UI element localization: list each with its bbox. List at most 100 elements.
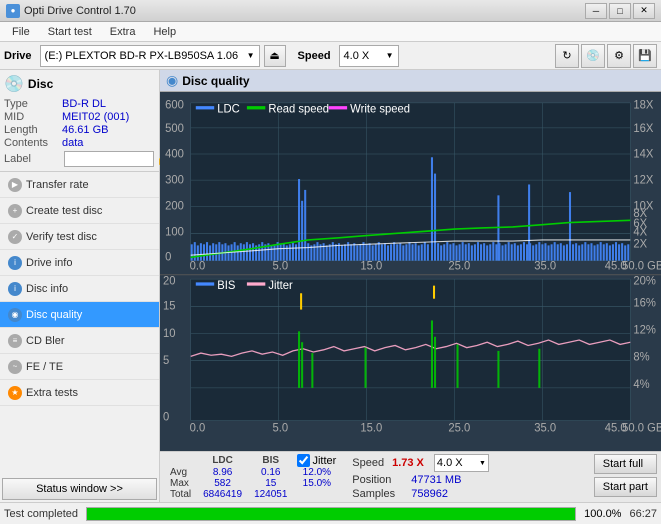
speed-dropdown-arrow: ▼ (479, 460, 486, 467)
sidebar-item-cd-bler[interactable]: ≡ CD Bler (0, 328, 159, 354)
svg-text:25.0: 25.0 (448, 421, 470, 434)
start-full-button[interactable]: Start full (594, 454, 657, 474)
jitter-checkbox[interactable] (297, 454, 310, 467)
svg-text:50.0 GB: 50.0 GB (622, 259, 661, 272)
speed-stat-label: Speed (352, 457, 384, 469)
svg-text:200: 200 (165, 199, 184, 212)
disc-contents-row: Contents data (4, 137, 155, 149)
stats-header-ldc: LDC (197, 454, 248, 467)
sidebar-label-transfer-rate: Transfer rate (26, 179, 89, 191)
progress-percent: 100.0% (584, 508, 621, 520)
speed-stat-select[interactable]: 4.0 X ▼ (434, 454, 489, 472)
toolbar-disc-button[interactable]: 💿 (581, 44, 605, 68)
disc-panel-title: Disc (28, 77, 53, 91)
status-window-button[interactable]: Status window >> (2, 478, 157, 500)
start-part-button[interactable]: Start part (594, 477, 657, 497)
disc-label-row: Label 🔓 (4, 151, 155, 167)
sidebar-item-drive-info[interactable]: i Drive info (0, 250, 159, 276)
progress-bar (87, 508, 575, 520)
disc-label-input[interactable] (64, 151, 154, 167)
sidebar-label-disc-info: Disc info (26, 283, 68, 295)
sidebar-item-fe-te[interactable]: ~ FE / TE (0, 354, 159, 380)
svg-text:8%: 8% (633, 350, 649, 363)
disc-label-label: Label (4, 153, 62, 165)
svg-text:400: 400 (165, 147, 184, 160)
menu-bar: File Start test Extra Help (0, 22, 661, 42)
stats-bis-avg: 0.16 (248, 467, 293, 478)
svg-text:12X: 12X (633, 173, 653, 186)
speed-stat-value: 1.73 X (392, 457, 424, 469)
toolbar-save-button[interactable]: 💾 (633, 44, 657, 68)
drive-info-icon: i (8, 256, 22, 270)
svg-text:20%: 20% (633, 274, 656, 287)
transfer-rate-icon: ▶ (8, 178, 22, 192)
main-layout: 💿 Disc Type BD-R DL MID MEIT02 (001) Len… (0, 70, 661, 502)
svg-text:16%: 16% (633, 296, 656, 309)
stats-ldc-total: 6846419 (197, 489, 248, 500)
disc-info-header: 💿 Disc (4, 74, 155, 94)
stats-ldc-avg: 8.96 (197, 467, 248, 478)
svg-text:Read speed: Read speed (268, 102, 329, 115)
title-bar: ● Opti Drive Control 1.70 ─ □ ✕ (0, 0, 661, 22)
menu-file[interactable]: File (4, 24, 38, 40)
sidebar-item-disc-quality[interactable]: ◉ Disc quality (0, 302, 159, 328)
svg-text:2X: 2X (633, 237, 647, 250)
verify-test-disc-icon: ✓ (8, 230, 22, 244)
disc-icon: 💿 (4, 74, 24, 94)
extra-tests-icon: ★ (8, 386, 22, 400)
speed-position-panel: Speed 1.73 X 4.0 X ▼ Position 47731 MB S… (352, 454, 489, 500)
stats-ldc-max: 582 (197, 478, 248, 489)
disc-quality-header: ◉ Disc quality (160, 70, 661, 92)
speed-dropdown-icon: ▼ (386, 51, 394, 60)
sidebar-item-extra-tests[interactable]: ★ Extra tests (0, 380, 159, 406)
stats-jitter-avg: 12.0% (293, 467, 340, 478)
speed-stat-select-value: 4.0 X (437, 457, 463, 469)
stats-jitter-max: 15.0% (293, 478, 340, 489)
stats-total-label: Total (164, 489, 197, 500)
stats-max-label: Max (164, 478, 197, 489)
speed-value: 4.0 X (344, 50, 370, 62)
sidebar-item-disc-info[interactable]: i Disc info (0, 276, 159, 302)
stats-bis-max: 15 (248, 478, 293, 489)
start-buttons: Start full Start part (594, 454, 657, 497)
sidebar-label-verify-test-disc: Verify test disc (26, 231, 97, 243)
stats-bar: LDC BIS Jitter Avg 8.96 0.16 12.0% (160, 451, 661, 502)
disc-length-row: Length 46.61 GB (4, 124, 155, 136)
title-bar-left: ● Opti Drive Control 1.70 (6, 4, 136, 18)
disc-contents-label: Contents (4, 137, 62, 149)
menu-help[interactable]: Help (145, 24, 184, 40)
close-button[interactable]: ✕ (633, 3, 655, 19)
toolbar-settings-button[interactable]: ⚙ (607, 44, 631, 68)
app-icon: ● (6, 4, 20, 18)
minimize-button[interactable]: ─ (585, 3, 607, 19)
svg-text:0: 0 (165, 250, 171, 263)
sidebar-item-transfer-rate[interactable]: ▶ Transfer rate (0, 172, 159, 198)
samples-label: Samples (352, 488, 407, 500)
menu-start-test[interactable]: Start test (40, 24, 100, 40)
charts-svg: LDC Read speed Write speed 600 500 400 3… (160, 92, 661, 451)
sidebar-nav: ▶ Transfer rate + Create test disc ✓ Ver… (0, 172, 159, 476)
svg-text:12%: 12% (633, 323, 656, 336)
svg-text:20: 20 (163, 274, 176, 287)
drive-eject-button[interactable]: ⏏ (264, 45, 286, 67)
app-title: Opti Drive Control 1.70 (24, 5, 136, 17)
svg-text:5.0: 5.0 (272, 259, 288, 272)
bottom-bar: Test completed 100.0% 66:27 (0, 502, 661, 524)
disc-type-value: BD-R DL (62, 98, 106, 110)
svg-text:0: 0 (163, 410, 169, 423)
svg-text:35.0: 35.0 (534, 259, 556, 272)
sidebar-item-create-test-disc[interactable]: + Create test disc (0, 198, 159, 224)
svg-text:100: 100 (165, 225, 184, 238)
speed-select[interactable]: 4.0 X ▼ (339, 45, 399, 67)
svg-text:25.0: 25.0 (448, 259, 470, 272)
sidebar-item-verify-test-disc[interactable]: ✓ Verify test disc (0, 224, 159, 250)
disc-length-label: Length (4, 124, 62, 136)
charts-area: LDC Read speed Write speed 600 500 400 3… (160, 92, 661, 451)
drive-select-text: (E:) PLEXTOR BD-R PX-LB950SA 1.06 (45, 50, 247, 62)
svg-text:4%: 4% (633, 378, 649, 391)
drive-select[interactable]: (E:) PLEXTOR BD-R PX-LB950SA 1.06 ▼ (40, 45, 260, 67)
title-bar-controls: ─ □ ✕ (585, 3, 655, 19)
maximize-button[interactable]: □ (609, 3, 631, 19)
toolbar-refresh-button[interactable]: ↻ (555, 44, 579, 68)
menu-extra[interactable]: Extra (102, 24, 144, 40)
